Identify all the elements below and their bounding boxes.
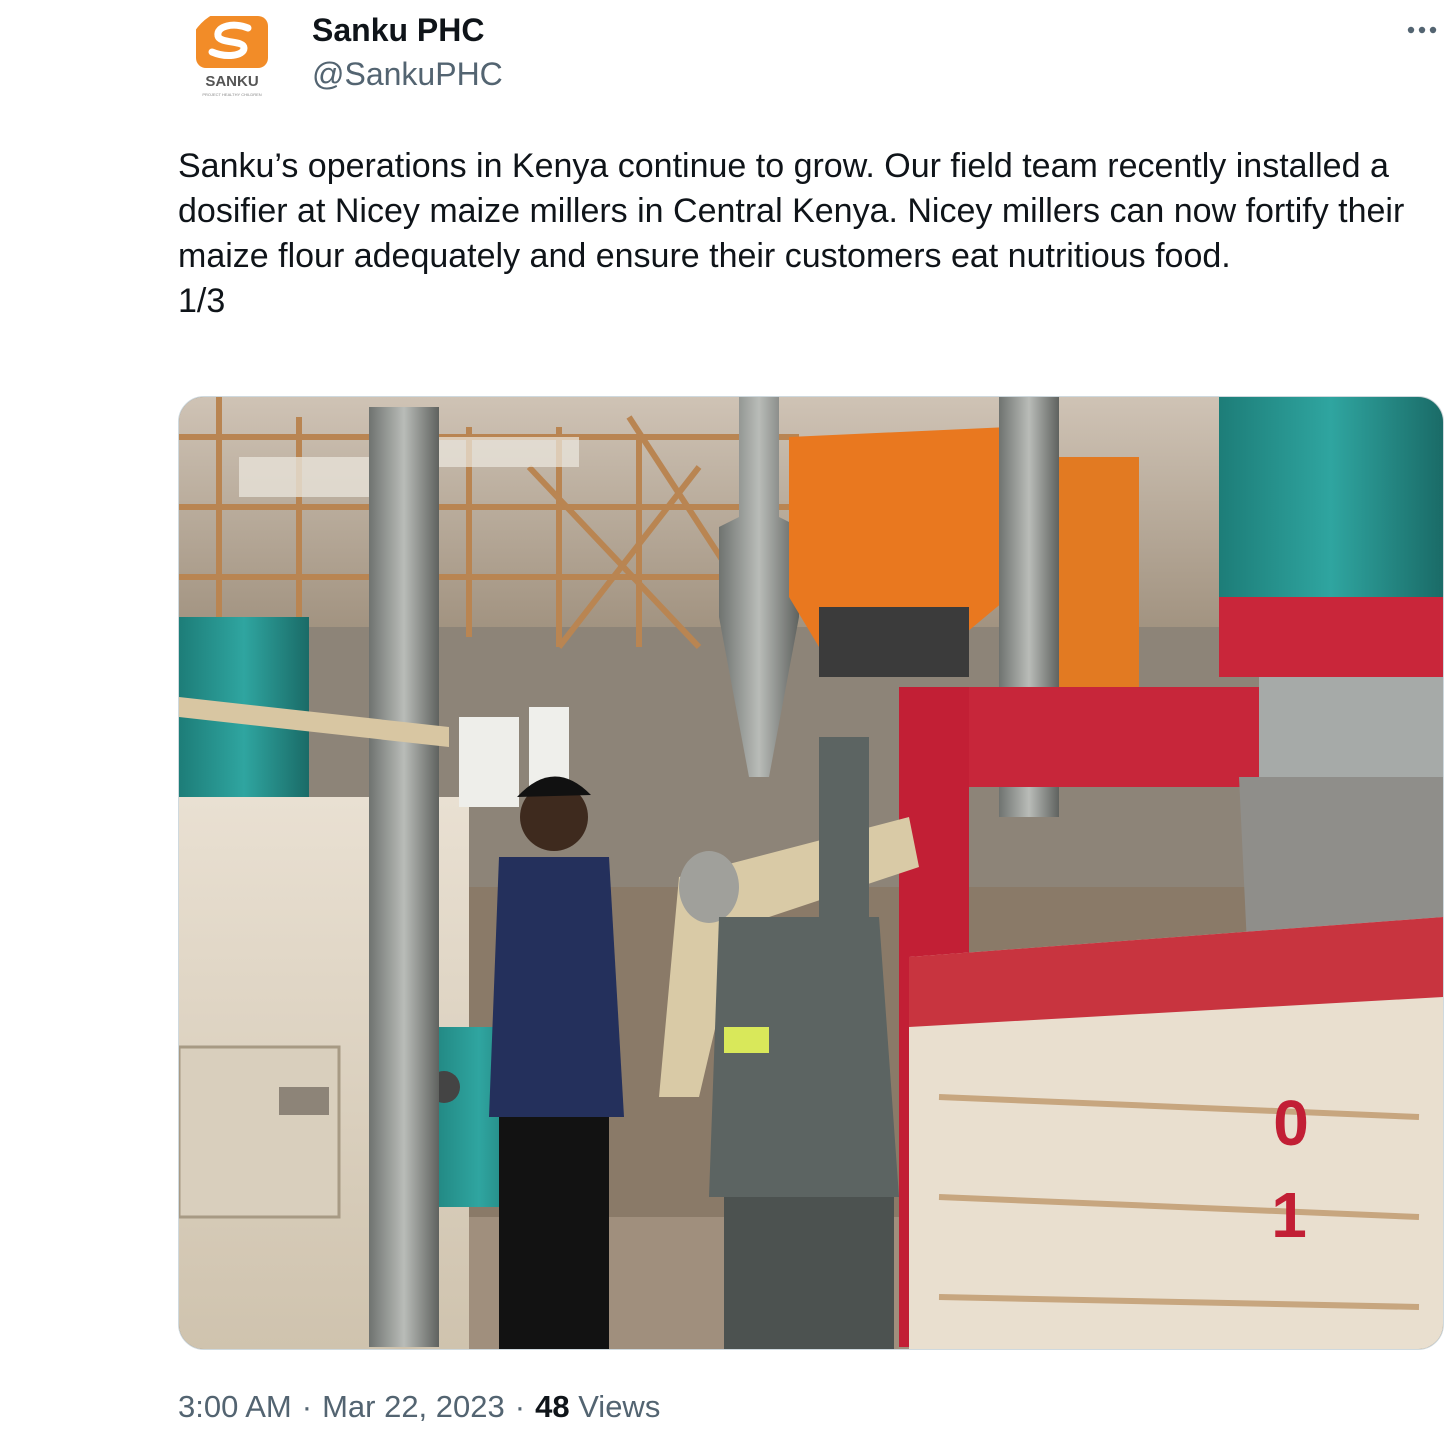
tweet-photo[interactable]: 0 1 xyxy=(178,396,1444,1350)
tweet-meta: 3:00 AM · Mar 22, 2023 · 48 Views xyxy=(178,1385,660,1429)
tweet-time[interactable]: 3:00 AM xyxy=(178,1389,292,1424)
author-handle[interactable]: @SankuPHC xyxy=(312,54,503,94)
logo-tagline: PROJECT HEALTHY CHILDREN xyxy=(202,92,261,97)
tweet: SANKU PROJECT HEALTHY CHILDREN Sanku PHC… xyxy=(0,0,1456,1436)
meta-separator: · xyxy=(301,1389,313,1424)
more-options-button[interactable] xyxy=(1398,10,1446,50)
logo-wordmark: SANKU xyxy=(205,73,258,90)
meta-separator: · xyxy=(514,1389,526,1424)
sanku-logo-icon: SANKU PROJECT HEALTHY CHILDREN xyxy=(186,8,290,112)
views-label: Views xyxy=(578,1389,661,1424)
views-count: 48 xyxy=(535,1389,570,1424)
machine-digit-0: 0 xyxy=(1273,1087,1309,1159)
tweet-date[interactable]: Mar 22, 2023 xyxy=(322,1389,505,1424)
tweet-text: Sanku’s operations in Kenya continue to … xyxy=(178,147,1405,320)
machine-digit-1: 1 xyxy=(1271,1179,1307,1251)
more-options-icon xyxy=(1407,26,1437,34)
avatar[interactable]: SANKU PROJECT HEALTHY CHILDREN xyxy=(186,8,290,112)
author-display-name[interactable]: Sanku PHC xyxy=(312,10,484,50)
mill-photo-illustration: 0 1 xyxy=(179,397,1443,1349)
